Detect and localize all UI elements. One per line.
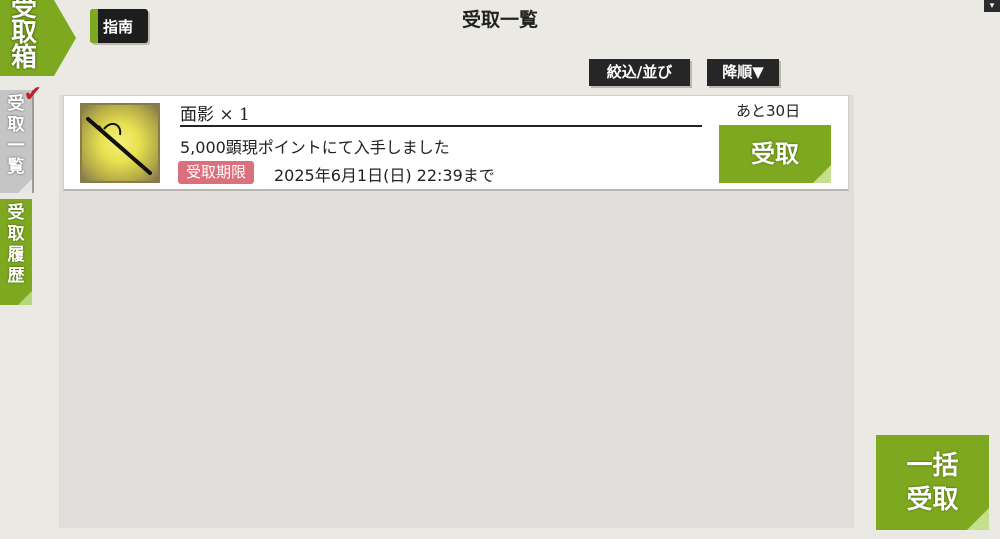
list-item: 面影 × 1 5,000顕現ポイントにて入手しました 受取期限 2025年6月1… xyxy=(63,95,849,191)
corner-fold xyxy=(813,165,831,183)
filter-sort-button[interactable]: 絞込/並び xyxy=(589,59,690,86)
receive-button-label: 受取 xyxy=(751,139,799,168)
sword-icon xyxy=(80,103,160,183)
remaining-days: あと30日 xyxy=(736,102,801,120)
sort-order-button[interactable]: 降順▼ xyxy=(707,59,779,86)
tab-receive-list[interactable]: 受取一覧 ✔ xyxy=(0,84,42,193)
corner-fold xyxy=(18,291,32,305)
tab-receive-history-label: 受取履歴 xyxy=(7,203,25,286)
bulk-receive-button[interactable]: 一括 受取 xyxy=(876,435,989,530)
deadline-badge: 受取期限 xyxy=(178,161,255,184)
corner-fold xyxy=(18,179,32,193)
item-name: 面影 × 1 xyxy=(180,105,250,125)
item-description: 5,000顕現ポイントにて入手しました xyxy=(180,138,450,157)
deadline-text: 2025年6月1日(日) 22:39まで xyxy=(274,166,495,185)
checkmark-icon: ✔ xyxy=(23,82,42,107)
bulk-receive-label-line1: 一括 xyxy=(906,451,959,481)
page-title: 受取一覧 xyxy=(461,9,538,31)
divider xyxy=(180,125,702,127)
corner-fold xyxy=(967,508,989,530)
chevron-down-icon[interactable]: ▾ xyxy=(984,0,1000,12)
receive-button[interactable]: 受取 xyxy=(719,125,831,183)
tab-receive-history[interactable]: 受取履歴 xyxy=(0,199,32,305)
